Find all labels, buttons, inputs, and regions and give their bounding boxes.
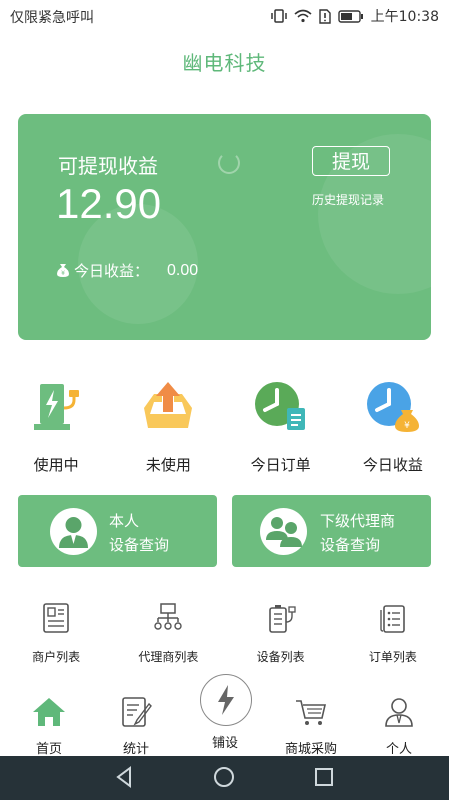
recents-icon[interactable] [313, 766, 335, 788]
upload-tray-icon [144, 382, 193, 428]
cart-icon [296, 700, 327, 725]
battery-icon [337, 9, 363, 23]
sub-agent-query-line1: 下级代理商 [320, 512, 396, 530]
people-icon [266, 517, 302, 547]
merchant-list-label: 商户列表 [32, 650, 81, 664]
self-query-text: 本人 设备查询 [109, 509, 169, 557]
self-query-line2: 设备查询 [109, 536, 170, 554]
clock-money-icon: ¥ [366, 382, 419, 432]
withdraw-button[interactable]: 提现 [312, 146, 390, 176]
tab-label: 个人 [385, 742, 412, 757]
tab-label: 统计 [122, 742, 149, 757]
system-nav-bar [0, 756, 449, 800]
quick-stats-row: 使用中 未使用 今日订单 ¥ 今日收益 [0, 378, 449, 478]
tab-mall[interactable]: 商城采购 [276, 696, 346, 757]
battery-plug-icon [268, 605, 296, 633]
back-icon[interactable] [114, 766, 136, 788]
tab-label: 铺设 [211, 736, 238, 751]
sub-agent-query-line2: 设备查询 [320, 536, 381, 554]
home-icon [33, 698, 65, 726]
quick-item-label: 未使用 [145, 456, 191, 474]
vibrate-icon [270, 9, 287, 23]
card-decoration [218, 152, 240, 174]
earnings-card: 可提现收益 12.90 ¥ 今日收益： 0.00 提现 历史提现记录 [18, 114, 431, 340]
charging-station-icon [34, 384, 80, 430]
user-icon [385, 698, 413, 727]
today-earnings: ¥ 今日收益： 0.00 [56, 260, 198, 281]
carrier-text: 仅限紧急呼叫 [10, 10, 94, 26]
clock-text: 上午10:38 [370, 9, 439, 25]
self-device-query-button[interactable]: 本人 设备查询 [18, 495, 217, 567]
svg-text:¥: ¥ [404, 421, 410, 431]
order-list-item[interactable]: 订单列表 [337, 602, 449, 672]
tab-label: 首页 [35, 742, 62, 757]
order-list-icon [380, 605, 405, 633]
device-list-item[interactable]: 设备列表 [225, 602, 337, 672]
home-nav-icon[interactable] [213, 766, 235, 788]
quick-item-today-orders[interactable]: 今日订单 [225, 378, 337, 478]
quick-item-in-use[interactable]: 使用中 [0, 378, 112, 478]
withdraw-history-link[interactable]: 历史提现记录 [312, 191, 384, 208]
today-earnings-value: 0.00 [167, 261, 199, 279]
sub-agent-device-query-button[interactable]: 下级代理商 设备查询 [232, 495, 431, 567]
self-query-line1: 本人 [109, 512, 140, 530]
quick-item-label: 今日收益 [362, 456, 423, 474]
sub-agent-query-text: 下级代理商 设备查询 [320, 509, 395, 557]
money-bag-icon: ¥ [57, 264, 69, 277]
person-icon [59, 517, 88, 548]
withdrawable-amount: 12.90 [56, 180, 162, 227]
sim-alert-icon [318, 8, 331, 24]
list-shortcuts: 商户列表 代理商列表 设备列表 订单列表 [0, 602, 449, 672]
avatar-circle [260, 508, 307, 555]
page-title: 幽电科技 [182, 51, 267, 75]
lightning-pin-icon [218, 685, 234, 715]
status-bar: 仅限紧急呼叫 上午10:38 [0, 0, 449, 32]
agent-list-item[interactable]: 代理商列表 [112, 602, 224, 672]
withdrawable-label: 可提现收益 [58, 154, 158, 178]
agent-list-label: 代理商列表 [138, 650, 199, 664]
today-earnings-label: 今日收益： [74, 262, 150, 280]
tab-profile[interactable]: 个人 [364, 696, 434, 757]
tab-stats[interactable]: 统计 [101, 696, 171, 757]
merchant-list-item[interactable]: 商户列表 [0, 602, 112, 672]
status-icons: 上午10:38 [270, 6, 439, 26]
order-list-label: 订单列表 [368, 650, 417, 664]
tab-label: 商城采购 [284, 742, 337, 757]
svg-text:¥: ¥ [61, 270, 65, 277]
bottom-tab-bar: 首页 统计 铺设 商城采购 个人 [0, 674, 449, 757]
tab-home[interactable]: 首页 [14, 696, 84, 757]
merchant-list-icon [43, 603, 69, 633]
quick-item-today-earnings[interactable]: ¥ 今日收益 [337, 378, 449, 478]
avatar-circle [50, 508, 97, 555]
stats-icon [122, 697, 152, 727]
quick-item-label: 使用中 [33, 456, 79, 474]
quick-item-unused[interactable]: 未使用 [112, 378, 224, 478]
tab-deploy[interactable] [200, 674, 252, 726]
app-bar: 幽电科技 [0, 32, 449, 94]
wifi-icon [294, 9, 312, 23]
org-chart-icon [154, 603, 183, 630]
quick-item-label: 今日订单 [250, 456, 311, 474]
clock-document-icon [254, 382, 305, 430]
device-list-label: 设备列表 [256, 650, 305, 664]
